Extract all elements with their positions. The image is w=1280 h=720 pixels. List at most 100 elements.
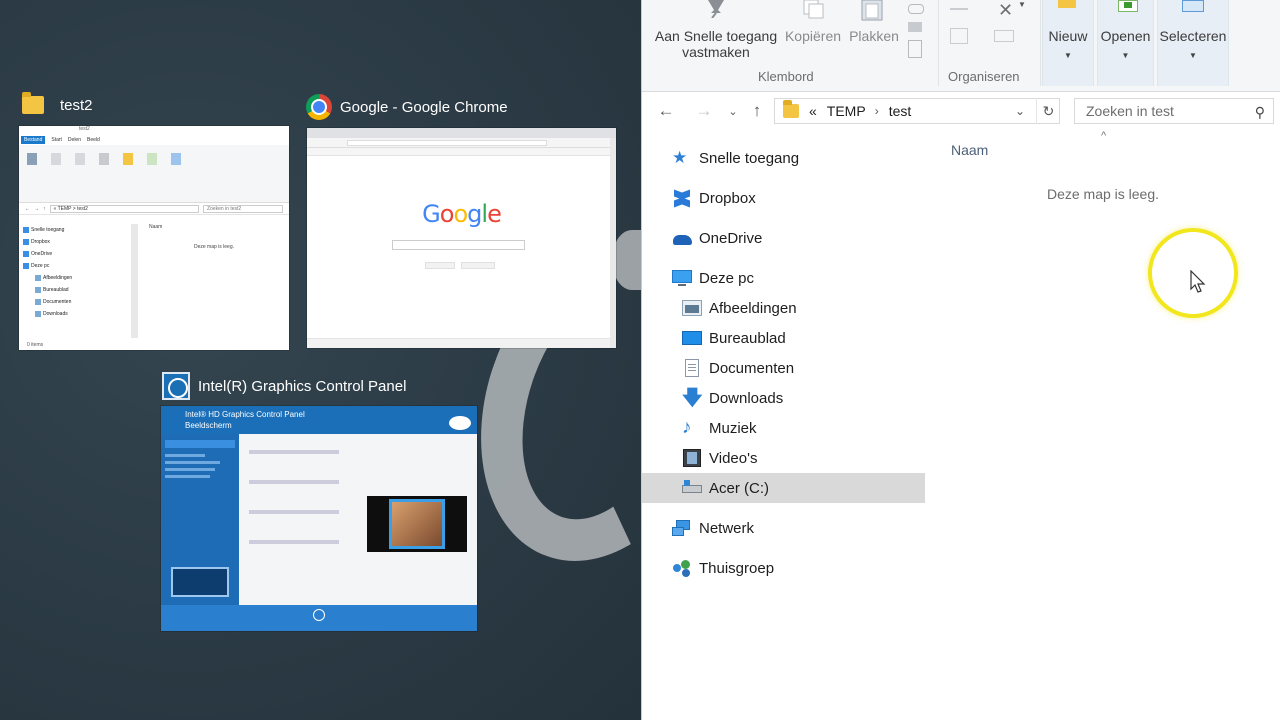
chevron-down-icon: ▼ (1121, 51, 1130, 60)
download-arrow-icon: 🡇 (682, 387, 703, 409)
mini-tab-start: Start (51, 136, 62, 143)
select-button[interactable]: Selecteren ▼ (1157, 28, 1229, 64)
file-list[interactable]: ^ Naam Deze map is leeg. (925, 130, 1280, 720)
copy-icon (803, 0, 824, 19)
snap-thumb-test2[interactable]: test2 Bestand Start Delen Beeld ← → ↑ « TE… (19, 126, 289, 350)
new-button[interactable]: Nieuw ▼ (1042, 28, 1094, 64)
ribbon-separator (938, 0, 939, 86)
mini-google-btn (461, 262, 495, 269)
nav-item-documents[interactable]: Documenten (642, 353, 925, 383)
mini-nav-item: Snelle toegang (19, 224, 129, 236)
chrome-icon (306, 94, 332, 120)
mini-titlebar: test2 (19, 126, 289, 134)
nav-item-music[interactable]: ♪ Muziek (642, 413, 925, 443)
chevron-right-icon[interactable]: › (875, 104, 879, 118)
snap-assist-area: test2 test2 Bestand Start Delen Beeld ← →… (0, 0, 641, 720)
group-label-clipboard: Klembord (758, 69, 814, 84)
nav-item-homegroup[interactable]: Thuisgroep (642, 553, 925, 583)
snap-thumb-chrome[interactable]: Google (307, 128, 616, 348)
mini-search: Zoeken in test2 (203, 204, 283, 213)
address-dropdown-icon[interactable]: ⌄ (1015, 104, 1025, 118)
dropbox-icon (672, 189, 692, 208)
nav-label: Deze pc (699, 269, 755, 287)
star-icon: ★ (672, 148, 688, 167)
mini-col-name: Naam (149, 224, 163, 230)
empty-folder-message: Deze map is leeg. (1046, 186, 1160, 202)
mini-status: 0 items (27, 342, 44, 348)
delete-dropdown-icon[interactable]: ▼ (1018, 0, 1026, 9)
copy-to-icon[interactable] (950, 28, 968, 44)
mini-intel-sidebar (161, 434, 239, 605)
sort-ascending-icon: ^ (1101, 130, 1107, 142)
mini-tab-beeld: Beeld (87, 136, 100, 143)
nav-label: Muziek (709, 419, 757, 437)
up-button[interactable]: ↑ (746, 101, 768, 121)
move-to-icon[interactable] (950, 0, 968, 10)
mini-empty: Deze map is leeg. (193, 244, 235, 250)
delete-icon[interactable]: ✕ (998, 0, 1013, 21)
mini-nav-item: Documenten (19, 296, 129, 308)
rename-icon[interactable] (994, 30, 1014, 42)
nav-item-quick-access[interactable]: ★ Snelle toegang (642, 143, 925, 173)
nav-item-downloads[interactable]: 🡇 Downloads (642, 383, 925, 413)
search-input[interactable]: Zoeken in test ⚲ (1074, 98, 1274, 124)
forward-button[interactable]: → (693, 101, 715, 121)
nav-label: Netwerk (699, 519, 755, 537)
breadcrumb-overflow[interactable]: « (809, 103, 817, 119)
pin-quick-access-button[interactable]: Aan Snelle toegang vastmaken (648, 28, 784, 60)
nav-item-videos[interactable]: Video's (642, 443, 925, 473)
ribbon: Aan Snelle toegang vastmaken Kopiëren Pl… (642, 0, 1280, 92)
mini-google-btn (425, 262, 455, 269)
nav-item-network[interactable]: Netwerk (642, 513, 925, 543)
mini-chrome-tabs (307, 128, 616, 138)
paste-shortcut-icon[interactable] (908, 40, 922, 58)
cloud-icon (672, 229, 692, 247)
new-label: Nieuw (1048, 28, 1088, 44)
paste-icon (861, 0, 883, 21)
mini-navpane: Snelle toegang Dropbox OneDrive Deze pc … (19, 224, 129, 320)
snap-title-test2[interactable]: test2 (22, 92, 93, 114)
nav-item-pictures[interactable]: Afbeeldingen (642, 293, 925, 323)
address-field[interactable]: « TEMP › test ⌄ (774, 98, 1060, 124)
music-note-icon: ♪ (682, 417, 692, 438)
nav-item-drive-c[interactable]: Acer (C:) (642, 473, 925, 503)
breadcrumb-temp[interactable]: TEMP (827, 103, 866, 119)
copy-button[interactable]: Kopiëren (784, 28, 842, 44)
recent-locations-icon[interactable]: ⌄ (722, 105, 744, 118)
mini-ribbon-tabs: Bestand Start Delen Beeld (19, 134, 289, 145)
nav-item-onedrive[interactable]: OneDrive (642, 223, 925, 253)
copy-path-icon[interactable] (908, 22, 922, 32)
search-placeholder: Zoeken in test (1086, 103, 1174, 119)
properties-icon (1118, 0, 1138, 12)
nav-item-this-pc[interactable]: Deze pc (642, 263, 925, 293)
open-button[interactable]: Openen ▼ (1097, 28, 1154, 64)
paste-button[interactable]: Plakken (846, 28, 902, 44)
nav-item-dropbox[interactable]: Dropbox (642, 183, 925, 213)
navigation-pane: ★ Snelle toegang Dropbox OneDrive Deze p… (642, 140, 925, 720)
mini-intel-footer (161, 605, 477, 631)
refresh-button[interactable]: ↻ (1036, 98, 1060, 124)
column-header-name[interactable]: Naam (951, 142, 988, 158)
snap-title-intel[interactable]: Intel(R) Graphics Control Panel (162, 372, 406, 400)
nav-label: Bureaublad (709, 329, 786, 347)
pin-icon (708, 0, 724, 18)
snap-thumb-intel[interactable]: Intel® HD Graphics Control Panel Beeldsc… (161, 406, 477, 631)
nav-label: Snelle toegang (699, 149, 800, 167)
new-folder-icon (1058, 0, 1076, 8)
nav-item-desktop[interactable]: Bureaublad (642, 323, 925, 353)
breadcrumb-test[interactable]: test (889, 103, 912, 119)
snap-title-label: test2 (60, 96, 93, 114)
open-label: Openen (1100, 28, 1151, 44)
snap-title-chrome[interactable]: Google - Google Chrome (306, 94, 508, 120)
snap-title-label: Intel(R) Graphics Control Panel (198, 377, 407, 395)
google-logo: Google (422, 200, 502, 228)
cut-icon[interactable] (908, 4, 924, 14)
back-button[interactable]: ← (655, 101, 677, 121)
snap-title-label: Google - Google Chrome (340, 98, 508, 116)
mini-address: « TEMP > test2 (49, 204, 199, 213)
mini-tab-delen: Delen (67, 136, 81, 143)
nav-label: Thuisgroep (699, 559, 775, 577)
nav-label: Afbeeldingen (709, 299, 797, 317)
nav-label: Downloads (709, 389, 784, 407)
chevron-down-icon: ▼ (1189, 51, 1197, 60)
